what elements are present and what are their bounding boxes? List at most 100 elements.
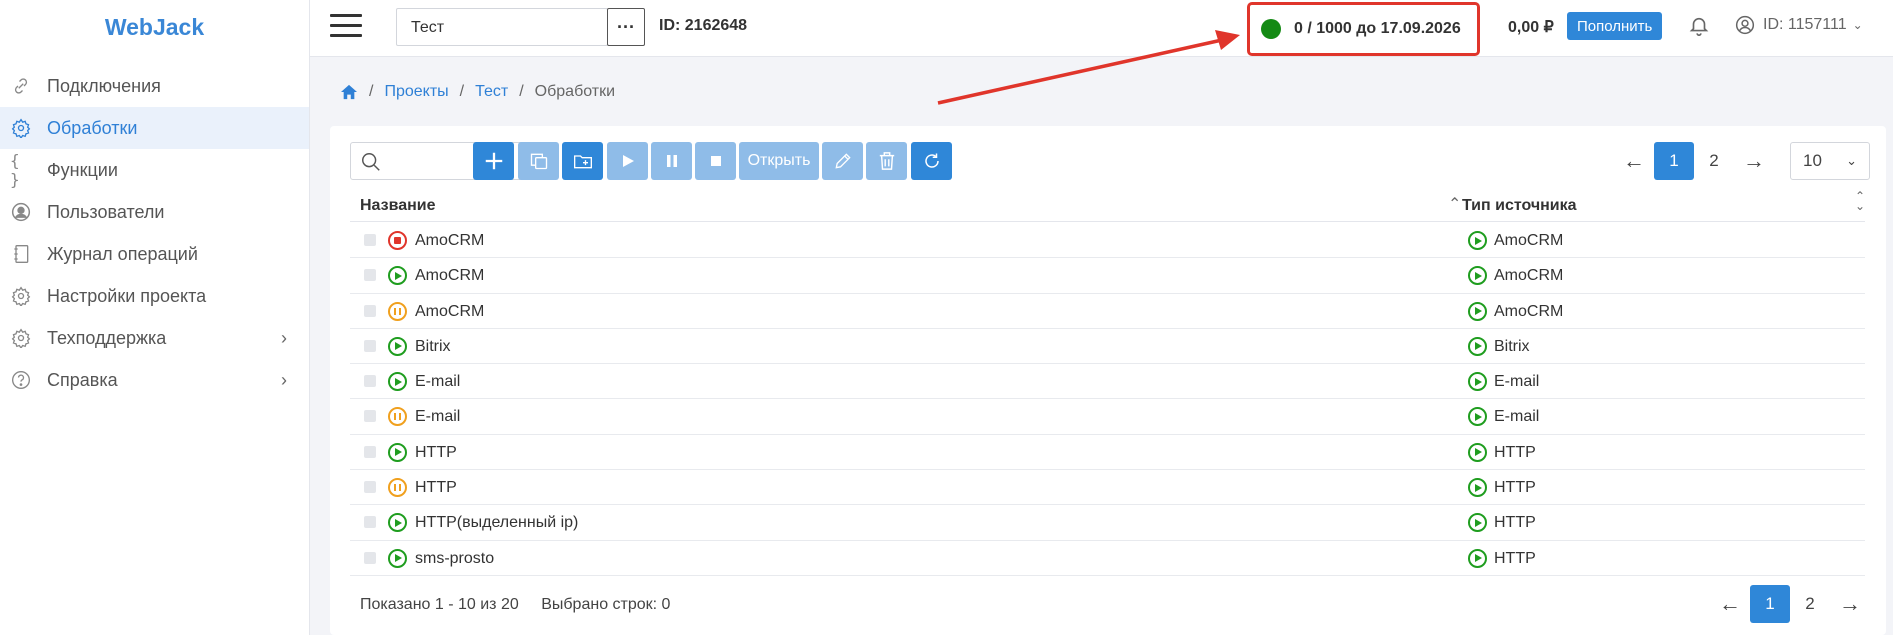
breadcrumb-current: Обработки bbox=[534, 83, 616, 100]
move-to-folder-button[interactable] bbox=[562, 142, 603, 180]
delete-button[interactable] bbox=[866, 142, 907, 180]
menu-toggle-button[interactable] bbox=[330, 14, 362, 40]
chevron-down-icon: ⌄ bbox=[1846, 153, 1857, 168]
row-name: AmoCRM bbox=[415, 232, 485, 249]
breadcrumb-projects[interactable]: Проекты bbox=[384, 83, 448, 101]
row-name: Bitrix bbox=[415, 337, 451, 355]
table-row[interactable]: HTTP HTTP bbox=[350, 435, 1865, 471]
gear-icon bbox=[10, 285, 32, 307]
row-checkbox[interactable] bbox=[364, 445, 376, 458]
topup-button[interactable]: Пополнить bbox=[1567, 12, 1663, 40]
sort-asc-icon[interactable]: ⌃ bbox=[1448, 194, 1461, 214]
page-2-button[interactable]: 2 bbox=[1694, 142, 1734, 180]
row-checkbox[interactable] bbox=[364, 481, 376, 494]
sidebar-item-label: Обработки bbox=[47, 117, 138, 138]
prev-page-button[interactable]: ← bbox=[1710, 591, 1750, 617]
project-select[interactable]: Тест bbox=[396, 8, 608, 46]
status-dot-icon bbox=[1261, 19, 1281, 39]
add-button[interactable] bbox=[473, 142, 514, 180]
prev-page-button[interactable]: ← bbox=[1614, 148, 1654, 174]
sidebar-item-3[interactable]: Пользователи bbox=[0, 191, 309, 233]
row-checkbox[interactable] bbox=[364, 375, 376, 388]
source-play-icon bbox=[1468, 372, 1487, 392]
sidebar-item-4[interactable]: Журнал операций bbox=[0, 233, 309, 275]
table-row[interactable]: AmoCRM AmoCRM bbox=[350, 223, 1865, 259]
project-more-button[interactable]: ··· bbox=[607, 8, 645, 46]
sidebar-item-2[interactable]: { } Функции bbox=[0, 149, 309, 191]
home-icon[interactable] bbox=[340, 84, 358, 100]
sidebar: WebJack Подключения Обработки { } Функции По… bbox=[0, 0, 310, 635]
sort-both-icon[interactable]: ⌃ ⌄ bbox=[1855, 190, 1865, 212]
usage-limit-indicator: 0 / 1000 до 17.09.2026 bbox=[1247, 2, 1480, 56]
open-button[interactable]: Открыть bbox=[739, 142, 819, 180]
status-stop-icon bbox=[388, 231, 407, 250]
page-1-button[interactable]: 1 bbox=[1654, 142, 1694, 180]
sidebar-item-label: Справка bbox=[47, 369, 118, 390]
status-pause-icon bbox=[388, 301, 407, 321]
processing-card: Открыть ← 1 2 → 10 ⌄ Название ⌃ Тип исто… bbox=[330, 126, 1886, 635]
sidebar-item-1[interactable]: Обработки bbox=[0, 107, 309, 149]
stop-button[interactable] bbox=[695, 142, 736, 180]
sidebar-item-label: Функции bbox=[47, 159, 118, 180]
status-run-icon bbox=[388, 266, 407, 286]
row-checkbox[interactable] bbox=[364, 551, 376, 564]
chevron-down-icon: ⌄ bbox=[1852, 18, 1863, 32]
source-play-icon bbox=[1468, 301, 1487, 321]
row-name: HTTP bbox=[415, 479, 457, 497]
source-play-icon bbox=[1468, 478, 1487, 498]
table-row[interactable]: Bitrix Bitrix bbox=[350, 329, 1865, 365]
table-row[interactable]: HTTP HTTP bbox=[350, 470, 1865, 506]
row-name: HTTP bbox=[415, 443, 457, 461]
user-id: ID: 1157111 bbox=[1763, 16, 1847, 33]
bell-icon[interactable] bbox=[1688, 15, 1712, 39]
pagination-top: ← 1 2 → 10 ⌄ bbox=[1614, 142, 1870, 180]
table-row[interactable]: AmoCRM AmoCRM bbox=[350, 294, 1865, 329]
edit-button[interactable] bbox=[822, 142, 863, 180]
page-1-button[interactable]: 1 bbox=[1750, 585, 1790, 623]
sidebar-item-6[interactable]: Техподдержка › bbox=[0, 317, 309, 359]
status-run-icon bbox=[388, 442, 407, 462]
copy-button[interactable] bbox=[518, 142, 559, 180]
row-checkbox[interactable] bbox=[364, 304, 376, 317]
sidebar-item-5[interactable]: Настройки проекта bbox=[0, 275, 309, 317]
app-logo[interactable]: WebJack bbox=[0, 0, 309, 55]
source-play-icon bbox=[1468, 266, 1487, 286]
user-menu[interactable]: ID: 1157111 ⌄ bbox=[1735, 15, 1863, 35]
sidebar-item-label: Подключения bbox=[47, 75, 161, 96]
sidebar-item-label: Настройки проекта bbox=[47, 285, 207, 306]
next-page-button[interactable]: → bbox=[1830, 591, 1870, 617]
burger-line bbox=[330, 24, 362, 27]
burger-line bbox=[330, 14, 362, 17]
row-checkbox[interactable] bbox=[364, 516, 376, 529]
row-checkbox[interactable] bbox=[364, 410, 376, 423]
source-play-icon bbox=[1468, 513, 1487, 533]
row-checkbox[interactable] bbox=[364, 234, 376, 246]
row-checkbox[interactable] bbox=[364, 269, 376, 282]
row-source-type: E-mail bbox=[1494, 408, 1540, 426]
breadcrumb-separator: / bbox=[369, 83, 374, 100]
table-row[interactable]: E-mail E-mail bbox=[350, 364, 1865, 400]
refresh-button[interactable] bbox=[911, 142, 952, 180]
table-row[interactable]: E-mail E-mail bbox=[350, 399, 1865, 435]
row-name: E-mail bbox=[415, 373, 461, 391]
per-page-select[interactable]: 10 ⌄ bbox=[1790, 142, 1870, 180]
table-header: Название ⌃ Тип источника ⌃ ⌄ bbox=[350, 188, 1865, 222]
source-play-icon bbox=[1468, 548, 1487, 568]
next-page-button[interactable]: → bbox=[1734, 148, 1774, 174]
table-row[interactable]: HTTP(выделенный ip) HTTP bbox=[350, 505, 1865, 541]
column-header-source-type[interactable]: Тип источника bbox=[1462, 197, 1577, 215]
table-row[interactable]: sms-prosto HTTP bbox=[350, 541, 1865, 576]
page-2-button[interactable]: 2 bbox=[1790, 585, 1830, 623]
sidebar-item-label: Журнал операций bbox=[47, 243, 198, 264]
breadcrumb-project[interactable]: Тест bbox=[475, 83, 508, 101]
sidebar-item-7[interactable]: Справка › bbox=[0, 359, 309, 401]
start-button[interactable] bbox=[607, 142, 648, 180]
row-name: AmoCRM bbox=[415, 302, 485, 320]
table-body: AmoCRM AmoCRM AmoCRM AmoCRM AmoCRM AmoCRM Bitr… bbox=[350, 223, 1865, 576]
row-checkbox[interactable] bbox=[364, 339, 376, 352]
column-header-name[interactable]: Название bbox=[360, 197, 436, 215]
table-row[interactable]: AmoCRM AmoCRM bbox=[350, 258, 1865, 294]
sidebar-item-0[interactable]: Подключения bbox=[0, 65, 309, 107]
shown-count: Показано 1 - 10 из 20 bbox=[360, 596, 519, 613]
pause-button[interactable] bbox=[651, 142, 692, 180]
